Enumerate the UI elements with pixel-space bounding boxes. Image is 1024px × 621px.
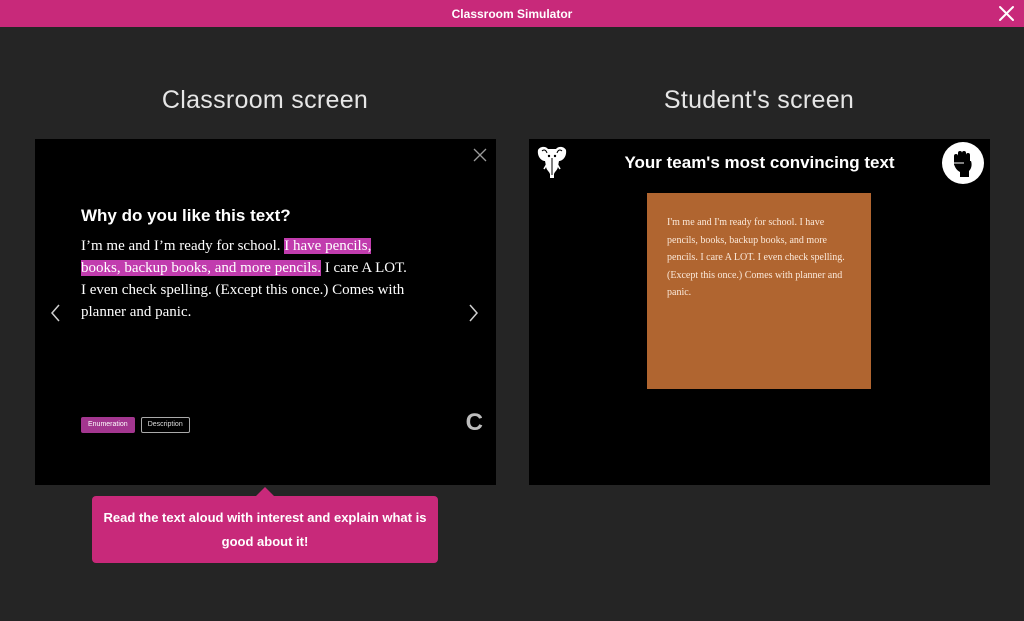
tooltip-text: Read the text aloud with interest and ex…	[103, 509, 427, 549]
student-screen-title: Your team's most convincing text	[624, 153, 895, 172]
classroom-screen-panel: Why do you like this text? I’m me and I’…	[35, 139, 496, 485]
tag-description[interactable]: Description	[140, 417, 190, 433]
instruction-tooltip: Read the text aloud with interest and ex…	[92, 496, 438, 563]
student-screen-panel: Your team's most convincing text I'm me …	[529, 139, 990, 485]
text-card-content: I'm me and I'm ready for school. I have …	[667, 217, 845, 298]
text-card: I'm me and I'm ready for school. I have …	[647, 193, 871, 389]
student-screen-heading: Student's screen	[663, 86, 855, 114]
close-window-button[interactable]	[997, 4, 1016, 23]
answer-text: I’m me and I’m ready for school. I have …	[81, 235, 411, 323]
question-heading: Why do you like this text?	[81, 206, 291, 225]
next-button[interactable]	[467, 303, 481, 323]
tooltip-pointer	[256, 487, 274, 496]
close-icon	[999, 6, 1014, 21]
close-icon	[473, 148, 487, 162]
c-logo: C	[465, 409, 483, 436]
fist-badge	[942, 142, 984, 184]
previous-button[interactable]	[48, 303, 62, 323]
raised-fist-icon	[954, 151, 972, 177]
panel-close-button[interactable]	[473, 148, 487, 162]
answer-text-start: I’m me and I’m ready for school.	[81, 238, 285, 254]
title-bar: Classroom Simulator	[0, 0, 1024, 27]
classroom-screen-heading: Classroom screen	[161, 86, 369, 114]
tag-enumeration[interactable]: Enumeration	[81, 417, 135, 433]
chevron-right-icon	[469, 304, 478, 322]
chevron-left-icon	[51, 304, 60, 322]
tag-list: Enumeration Description	[81, 417, 190, 433]
window-title: Classroom Simulator	[451, 6, 573, 21]
